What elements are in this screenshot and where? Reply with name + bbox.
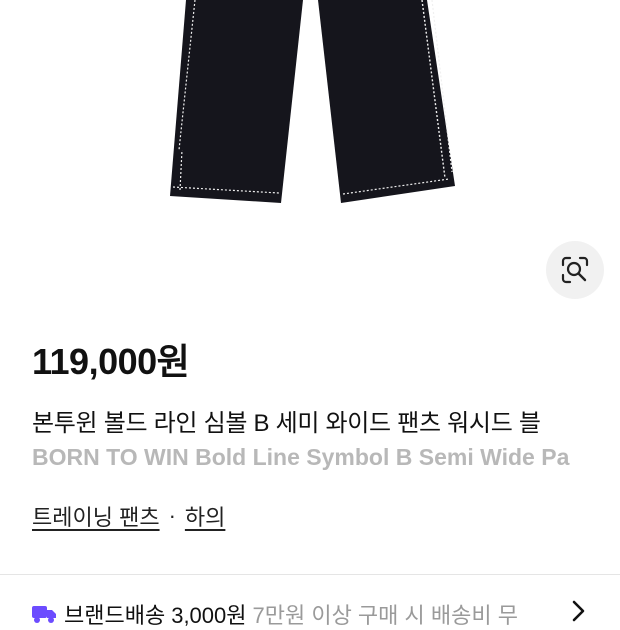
visual-search-button[interactable] (546, 241, 604, 299)
product-image[interactable] (0, 0, 620, 230)
category-separator: · (168, 503, 176, 528)
shipping-fee: 3,000원 (171, 603, 247, 628)
product-title-english: BORN TO WIN Bold Line Symbol B Semi Wide… (32, 444, 570, 470)
shipping-type: 브랜드배송 (64, 603, 166, 628)
pants-image (170, 0, 455, 203)
category-link-bottoms[interactable]: 하의 (185, 500, 225, 532)
pants-left-leg (170, 0, 303, 203)
category-link-training-pants[interactable]: 트레이닝 팬츠 (32, 500, 160, 532)
pants-right-leg (318, 0, 455, 203)
section-divider (0, 574, 620, 575)
product-price: 119,000원 (32, 341, 190, 382)
product-title-korean: 본투윈 볼드 라인 심볼 B 세미 와이드 팬츠 워시드 블 (32, 410, 541, 437)
chevron-right-icon[interactable] (569, 600, 587, 622)
category-breadcrumb: 트레이닝 팬츠 · 하의 (32, 500, 225, 532)
truck-icon (32, 606, 56, 623)
shipping-info-row[interactable]: 브랜드배송 3,000원 7만원 이상 구매 시 배송비 무 (32, 598, 620, 630)
shipping-free-condition: 7만원 이상 구매 시 배송비 무 (252, 603, 518, 628)
lens-scan-icon (561, 256, 589, 284)
